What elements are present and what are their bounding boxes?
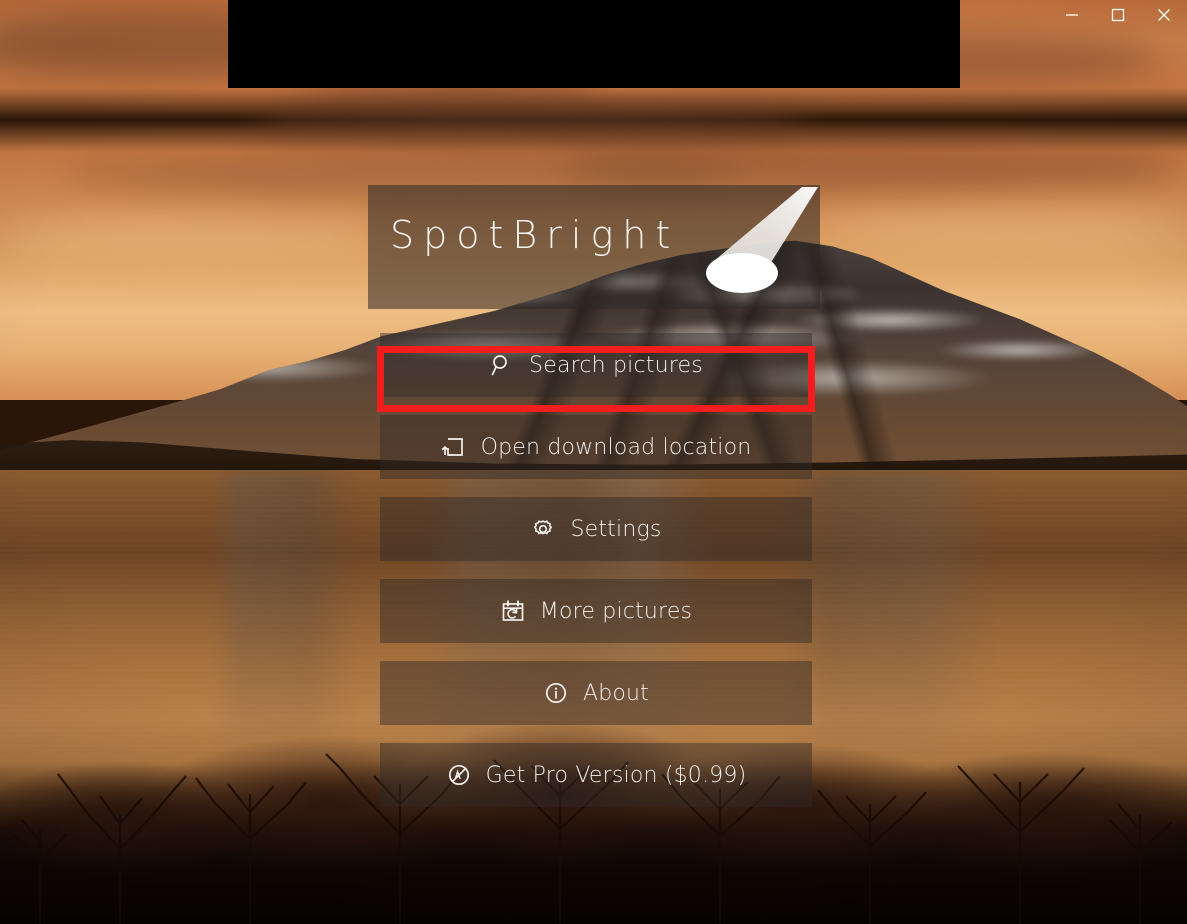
maximize-icon (1111, 8, 1125, 22)
info-icon (543, 680, 569, 706)
app-logo-panel: SpotBright (368, 185, 820, 309)
minimize-icon (1065, 8, 1079, 22)
menu-item-search-pictures[interactable]: Search pictures (380, 333, 812, 397)
close-button[interactable] (1141, 0, 1187, 30)
spotbright-app-window: SpotBright Search pictures Open download… (0, 0, 1187, 924)
menu-item-settings[interactable]: Settings (380, 497, 812, 561)
cloud (250, 95, 810, 147)
menu-item-label: Get Pro Version ($0.99) (485, 762, 747, 788)
menu-item-label: More pictures (539, 598, 693, 624)
close-icon (1157, 8, 1171, 22)
menu-item-get-pro-version[interactable]: Get Pro Version ($0.99) (380, 743, 812, 807)
menu-list: Search pictures Open download location S… (368, 333, 828, 807)
app-title: SpotBright (390, 213, 680, 257)
menu-item-more-pictures[interactable]: More pictures (380, 579, 812, 643)
menu-item-label: About (582, 680, 650, 706)
minimize-button[interactable] (1049, 0, 1095, 30)
cloud (0, 215, 380, 259)
open-folder-icon (441, 434, 467, 460)
spotlight-icon (706, 187, 818, 293)
menu-item-label: Search pictures (529, 352, 703, 378)
menu-item-label: Settings (570, 516, 662, 542)
menu-item-open-download-location[interactable]: Open download location (380, 415, 812, 479)
calendar-refresh-icon (500, 598, 526, 624)
cloud (820, 205, 1187, 251)
window-titlebar (0, 0, 1187, 44)
search-icon (489, 352, 515, 378)
menu-item-label: Open download location (480, 434, 752, 460)
maximize-button[interactable] (1095, 0, 1141, 30)
menu-item-about[interactable]: About (380, 661, 812, 725)
main-menu-column: SpotBright Search pictures Open download… (368, 185, 828, 825)
gear-icon (530, 516, 556, 542)
no-ads-icon (446, 762, 472, 788)
